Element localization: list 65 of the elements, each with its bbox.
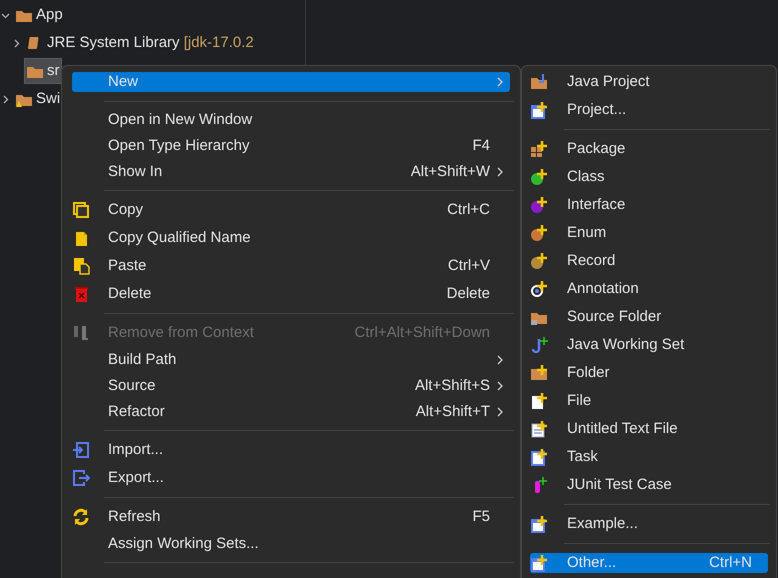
menu-item[interactable]: Enum [530,223,768,243]
interface-icon [530,196,548,214]
menu-item[interactable]: Annotation [530,279,768,299]
menu-item[interactable]: Untitled Text File [530,419,768,439]
menu-item[interactable]: Other... Ctrl+N [530,553,768,573]
menu-item[interactable]: Interface [530,195,768,215]
chevron-right-icon [496,381,504,391]
record-icon [530,252,548,270]
new-window-icon [530,101,548,119]
chevron-right-icon [496,167,504,177]
package-icon [530,140,548,158]
trash-icon [72,285,90,303]
menu-item[interactable]: Assign Working Sets... [72,534,510,554]
menu-item[interactable]: Refactor Alt+Shift+T [72,402,510,422]
project-folder-icon [530,73,548,91]
import-icon [72,441,90,459]
folder-icon [530,364,548,382]
menu-item[interactable]: Build Path [72,350,510,370]
menu-item[interactable]: File [530,391,768,411]
export-icon [72,469,90,487]
menu-item[interactable]: Copy Qualified Name [72,228,510,248]
menu-item[interactable]: Refresh F5 [72,507,510,527]
enum-icon [530,224,548,242]
menu-item[interactable]: Source Folder [530,307,768,327]
new-window-icon [530,515,548,533]
menu-item[interactable]: Open in New Window [72,110,510,130]
new-window-icon [530,554,548,572]
chevron-right-icon[interactable] [12,38,21,48]
menu-item[interactable]: Export... [72,468,510,488]
menu-item[interactable]: Show In Alt+Shift+W [72,162,510,182]
tree-item[interactable]: Swi [13,86,62,112]
menu-item[interactable]: Delete Delete [72,284,510,304]
menu-item[interactable]: Paste Ctrl+V [72,256,510,276]
tree-item[interactable]: JRE System Library [jdk-17.0.2 [24,30,256,56]
menu-item[interactable]: Record [530,251,768,271]
menu-item[interactable]: Open Type Hierarchy F4 [72,136,510,156]
working-set-icon [530,336,548,354]
menu-item[interactable]: Copy Ctrl+C [72,200,510,220]
menu-item[interactable]: Package [530,139,768,159]
menu-item[interactable]: Java Working Set [530,335,768,355]
menu-item[interactable]: New [72,72,510,92]
tree-item[interactable]: sr [24,58,62,84]
class-icon [530,168,548,186]
refresh-icon [72,508,90,526]
menu-item[interactable]: Import... [72,440,510,460]
menu-item[interactable]: Java Project [530,72,768,92]
menu-item[interactable]: Folder [530,363,768,383]
copy-icon [72,201,90,219]
menu-item[interactable]: Source Alt+Shift+S [72,376,510,396]
chevron-down-icon[interactable] [1,10,10,20]
menu-item[interactable]: Class [530,167,768,187]
clipboard-icon [530,448,548,466]
chevron-right-icon [496,355,504,365]
paste-icon [72,257,90,275]
chevron-right-icon [496,407,504,417]
at-sign-icon [530,280,548,298]
file-icon [530,392,548,410]
menu-item[interactable]: Example... [530,514,768,534]
chevron-right-icon[interactable] [1,94,10,104]
menu-item[interactable]: JUnit Test Case [530,475,768,495]
tree-item[interactable]: App [13,2,65,28]
chevron-right-icon [496,77,504,87]
text-file-icon [530,420,548,438]
menu-item[interactable]: Project... [530,100,768,120]
menu-item[interactable]: Task [530,447,768,467]
